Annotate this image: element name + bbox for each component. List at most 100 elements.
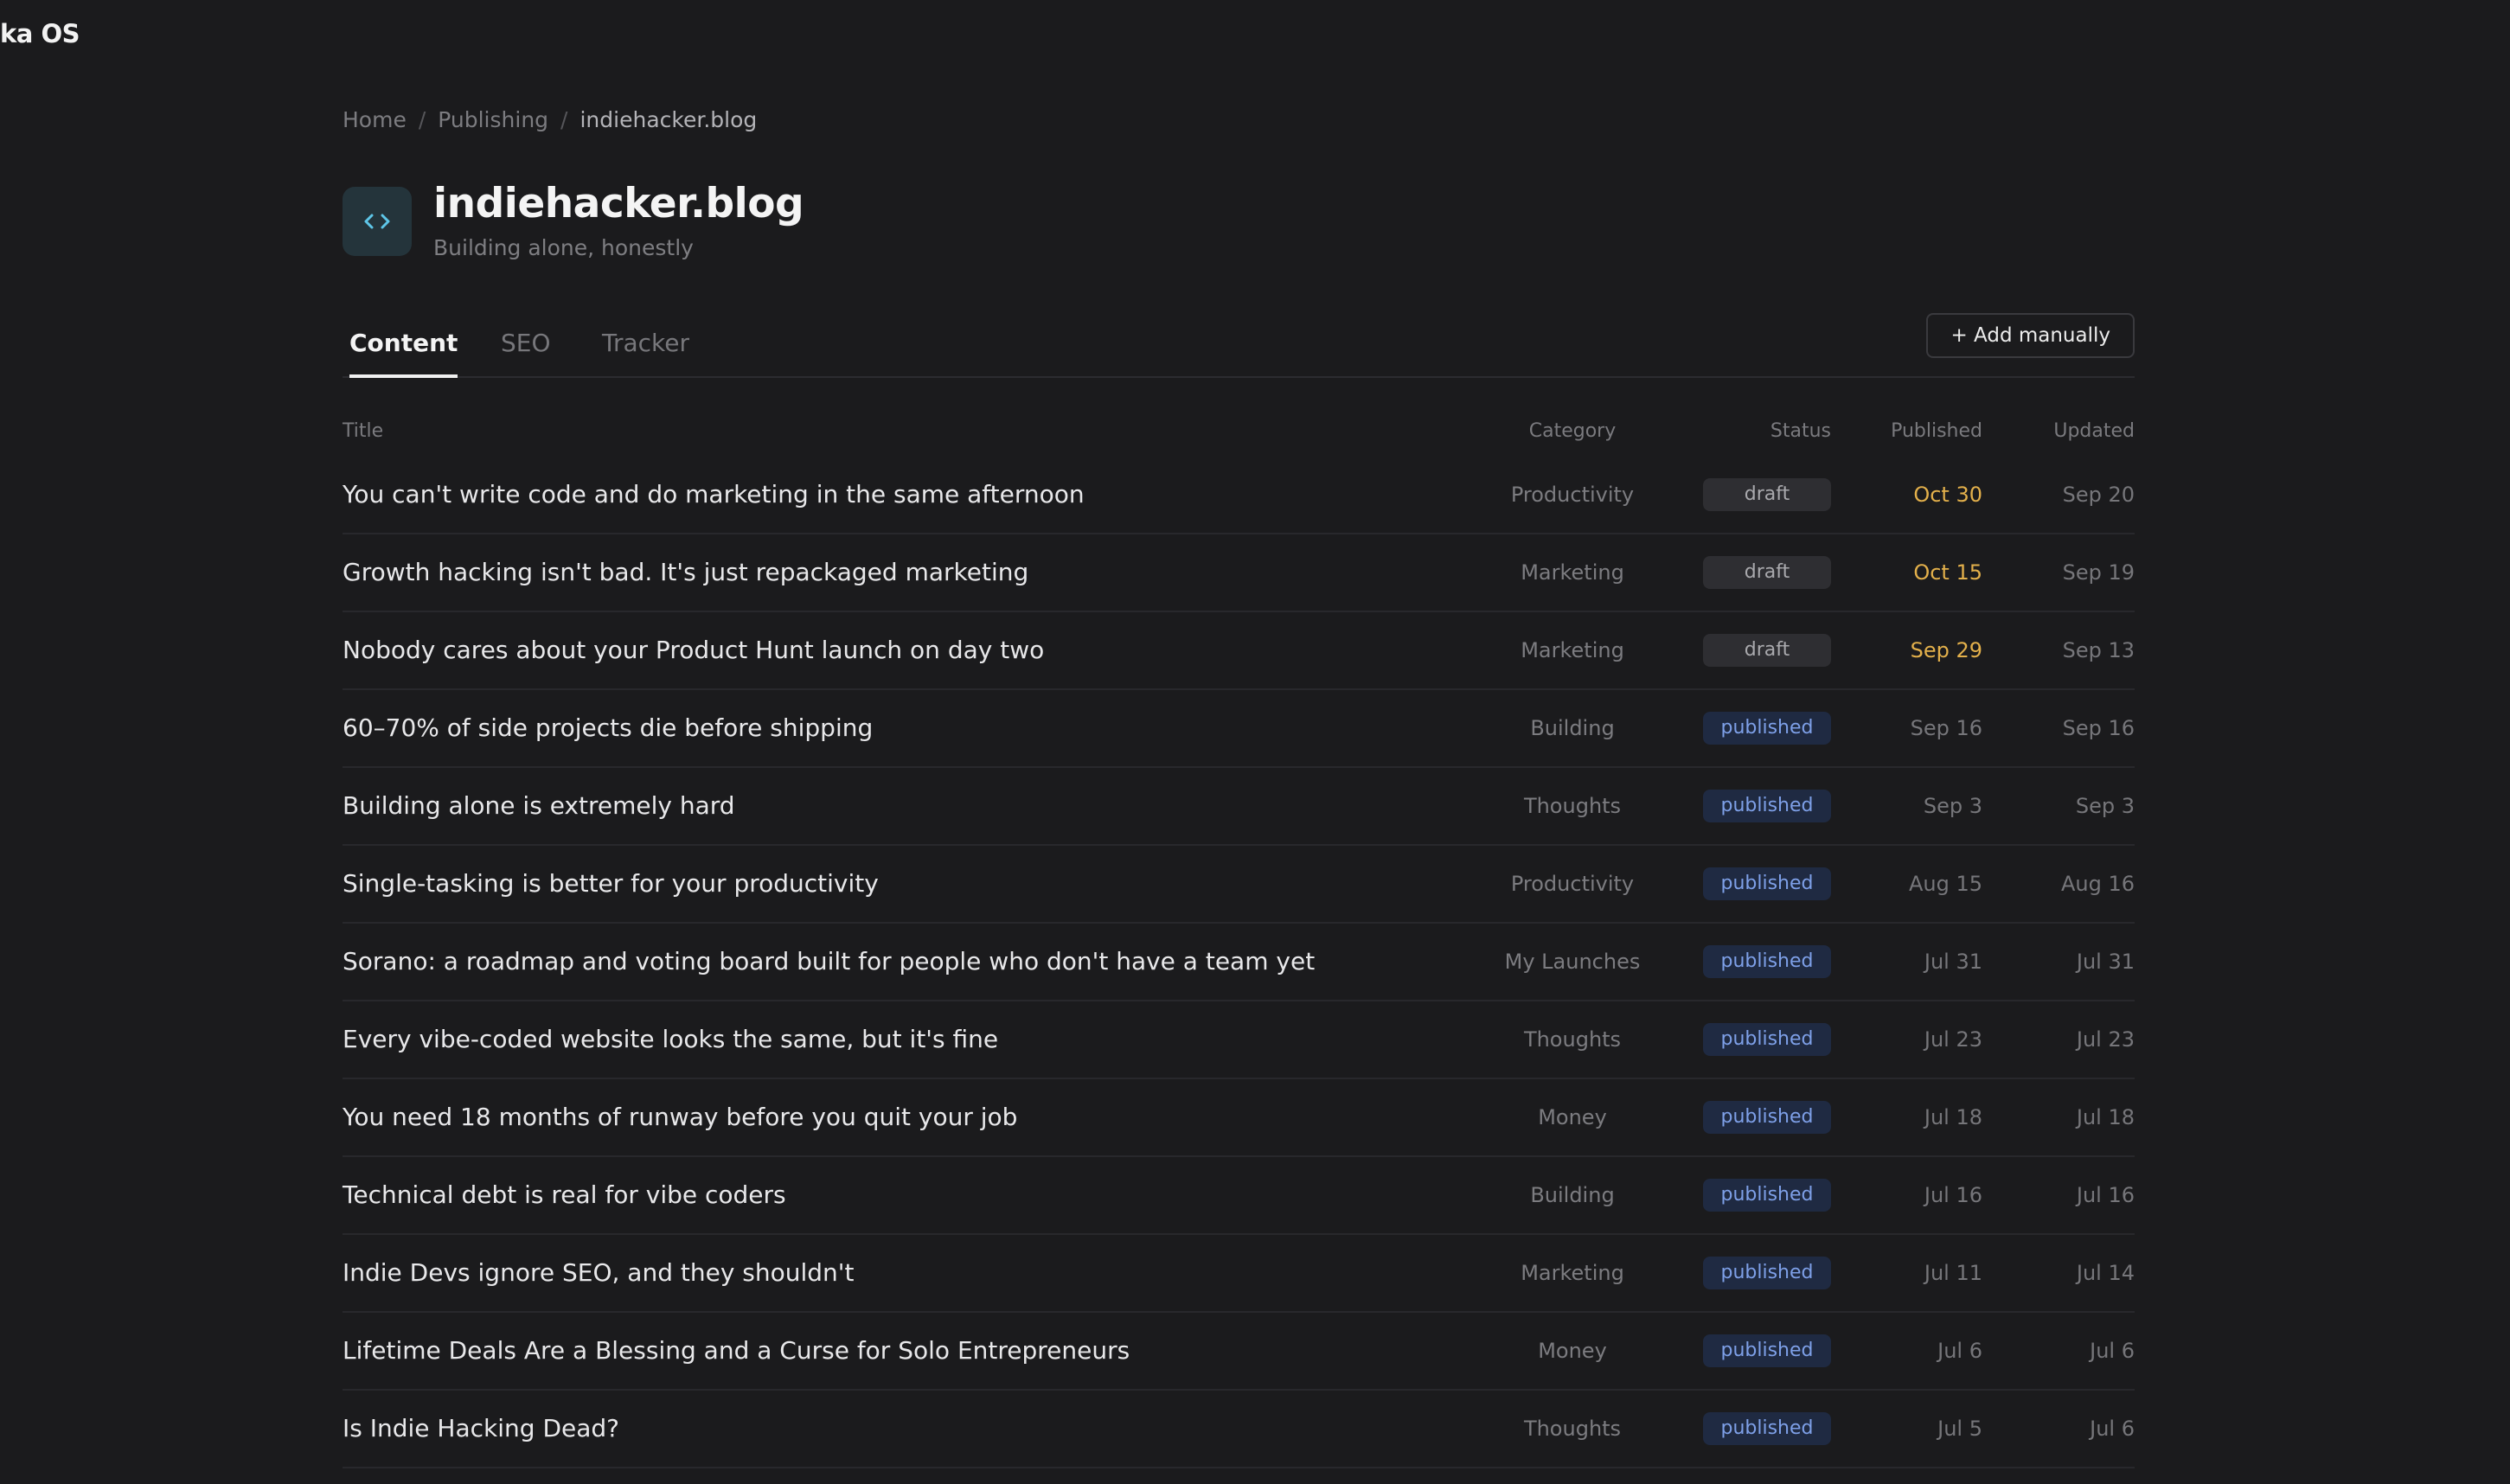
post-published-date: Oct 30 (1913, 483, 1982, 507)
post-title[interactable]: 60–70% of side projects die before shipp… (343, 690, 873, 766)
post-updated-date: Jul 6 (2090, 1339, 2135, 1363)
table-row[interactable]: Single-tasking is better for your produc… (343, 846, 2135, 924)
post-title[interactable]: Single-tasking is better for your produc… (343, 846, 879, 922)
post-title[interactable]: Sorano: a roadmap and voting board built… (343, 924, 1315, 1000)
table-body: You can't write code and do marketing in… (343, 457, 2135, 1468)
post-category: Money (1538, 1105, 1607, 1129)
site-header: indiehacker.blog Building alone, honestl… (343, 180, 804, 260)
column-header-updated[interactable]: Updated (1996, 420, 2135, 442)
post-category: Thoughts (1523, 1417, 1622, 1441)
column-header-status[interactable]: Status (1703, 420, 1831, 442)
table-row[interactable]: Indie Devs ignore SEO, and they shouldn'… (343, 1235, 2135, 1313)
table-row[interactable]: Technical debt is real for vibe coders Bu… (343, 1157, 2135, 1235)
add-manually-button[interactable]: + Add manually (1926, 313, 2135, 358)
post-published-date: Jul 11 (1924, 1261, 1982, 1285)
column-header-title[interactable]: Title (343, 420, 383, 442)
post-category: Thoughts (1523, 1027, 1622, 1052)
post-published-date: Jul 23 (1924, 1027, 1982, 1052)
post-status: published (1703, 1079, 1831, 1155)
post-title[interactable]: You can't write code and do marketing in… (343, 457, 1085, 533)
breadcrumb-current: indiehacker.blog (579, 107, 758, 132)
post-status: published (1703, 1391, 1831, 1467)
column-header-category[interactable]: Category (1489, 420, 1656, 442)
post-published-date: Jul 18 (1924, 1105, 1982, 1129)
post-title[interactable]: Is Indie Hacking Dead? (343, 1391, 619, 1467)
post-updated-date: Jul 14 (2076, 1261, 2135, 1285)
post-updated-date: Sep 19 (2062, 560, 2135, 585)
table-row[interactable]: Is Indie Hacking Dead? Thoughts published J… (343, 1391, 2135, 1468)
status-badge: published (1703, 790, 1831, 822)
post-updated-date: Jul 16 (2076, 1183, 2135, 1207)
post-published-date: Jul 6 (1937, 1339, 1982, 1363)
post-title[interactable]: Lifetime Deals Are a Blessing and a Curs… (343, 1313, 1130, 1389)
post-title[interactable]: Indie Devs ignore SEO, and they shouldn'… (343, 1235, 854, 1311)
post-title[interactable]: Nobody cares about your Product Hunt lau… (343, 612, 1044, 688)
breadcrumb-home[interactable]: Home (343, 107, 407, 132)
post-status: draft (1703, 534, 1831, 611)
post-category: Marketing (1521, 1261, 1624, 1285)
post-status: published (1703, 1313, 1831, 1389)
post-title[interactable]: Technical debt is real for vibe coders (343, 1157, 786, 1233)
post-category: Marketing (1521, 560, 1624, 585)
post-updated-date: Aug 16 (2060, 872, 2135, 896)
tab-seo[interactable]: SEO (501, 329, 551, 374)
post-published-date: Sep 29 (1910, 638, 1982, 662)
post-category: Money (1538, 1339, 1607, 1363)
breadcrumb-publishing[interactable]: Publishing (438, 107, 548, 132)
post-published-date: Oct 15 (1913, 560, 1982, 585)
status-badge: draft (1703, 634, 1831, 667)
post-published-date: Jul 5 (1937, 1417, 1982, 1441)
table-row[interactable]: Building alone is extremely hard Thoughts… (343, 768, 2135, 846)
status-badge: published (1703, 1257, 1831, 1289)
status-badge: draft (1703, 478, 1831, 511)
post-updated-date: Jul 23 (2076, 1027, 2135, 1052)
page-title: indiehacker.blog (433, 180, 804, 227)
post-category: Building (1530, 716, 1615, 740)
table-row[interactable]: 60–70% of side projects die before shipp… (343, 690, 2135, 768)
post-status: published (1703, 1235, 1831, 1311)
post-published-date: Jul 31 (1924, 950, 1982, 974)
post-updated-date: Jul 18 (2076, 1105, 2135, 1129)
breadcrumb-separator: / (418, 107, 426, 132)
post-status: draft (1703, 612, 1831, 688)
status-badge: published (1703, 1023, 1831, 1056)
column-header-published[interactable]: Published (1844, 420, 1982, 442)
post-category: My Launches (1504, 950, 1641, 974)
status-badge: published (1703, 1179, 1831, 1212)
tab-tracker[interactable]: Tracker (602, 329, 689, 374)
status-badge: published (1703, 1334, 1831, 1367)
post-title[interactable]: Every vibe-coded website looks the same,… (343, 1001, 998, 1078)
table-row[interactable]: Lifetime Deals Are a Blessing and a Curs… (343, 1313, 2135, 1391)
post-published-date: Jul 16 (1924, 1183, 1982, 1207)
post-status: draft (1703, 457, 1831, 533)
status-badge: published (1703, 945, 1831, 978)
post-title[interactable]: Building alone is extremely hard (343, 768, 735, 844)
post-status: published (1703, 1001, 1831, 1078)
table-row[interactable]: Growth hacking isn't bad. It's just repa… (343, 534, 2135, 612)
breadcrumb: Home / Publishing / indiehacker.blog (343, 107, 757, 132)
page-subtitle: Building alone, honestly (433, 235, 694, 260)
post-category: Marketing (1521, 638, 1624, 662)
status-badge: published (1703, 1412, 1831, 1445)
post-title[interactable]: You need 18 months of runway before you … (343, 1079, 1017, 1155)
post-category: Thoughts (1523, 794, 1622, 818)
post-category: Building (1530, 1183, 1615, 1207)
table-row[interactable]: Every vibe-coded website looks the same,… (343, 1001, 2135, 1079)
post-category: Productivity (1510, 483, 1635, 507)
post-category: Productivity (1510, 872, 1635, 896)
table-row[interactable]: You can't write code and do marketing in… (343, 457, 2135, 534)
table-row[interactable]: Nobody cares about your Product Hunt lau… (343, 612, 2135, 690)
post-title[interactable]: Growth hacking isn't bad. It's just repa… (343, 534, 1028, 611)
post-updated-date: Sep 16 (2062, 716, 2135, 740)
tab-content[interactable]: Content (349, 329, 458, 378)
post-updated-date: Sep 3 (2075, 794, 2135, 818)
post-published-date: Sep 3 (1923, 794, 1982, 818)
post-status: published (1703, 690, 1831, 766)
table-header: Title Category Status Published Updated (343, 406, 2135, 457)
table-row[interactable]: You need 18 months of runway before you … (343, 1079, 2135, 1157)
post-published-date: Aug 15 (1908, 872, 1982, 896)
content-table: Title Category Status Published Updated … (343, 406, 2135, 1468)
code-icon (343, 187, 412, 256)
post-status: published (1703, 846, 1831, 922)
table-row[interactable]: Sorano: a roadmap and voting board built… (343, 924, 2135, 1001)
